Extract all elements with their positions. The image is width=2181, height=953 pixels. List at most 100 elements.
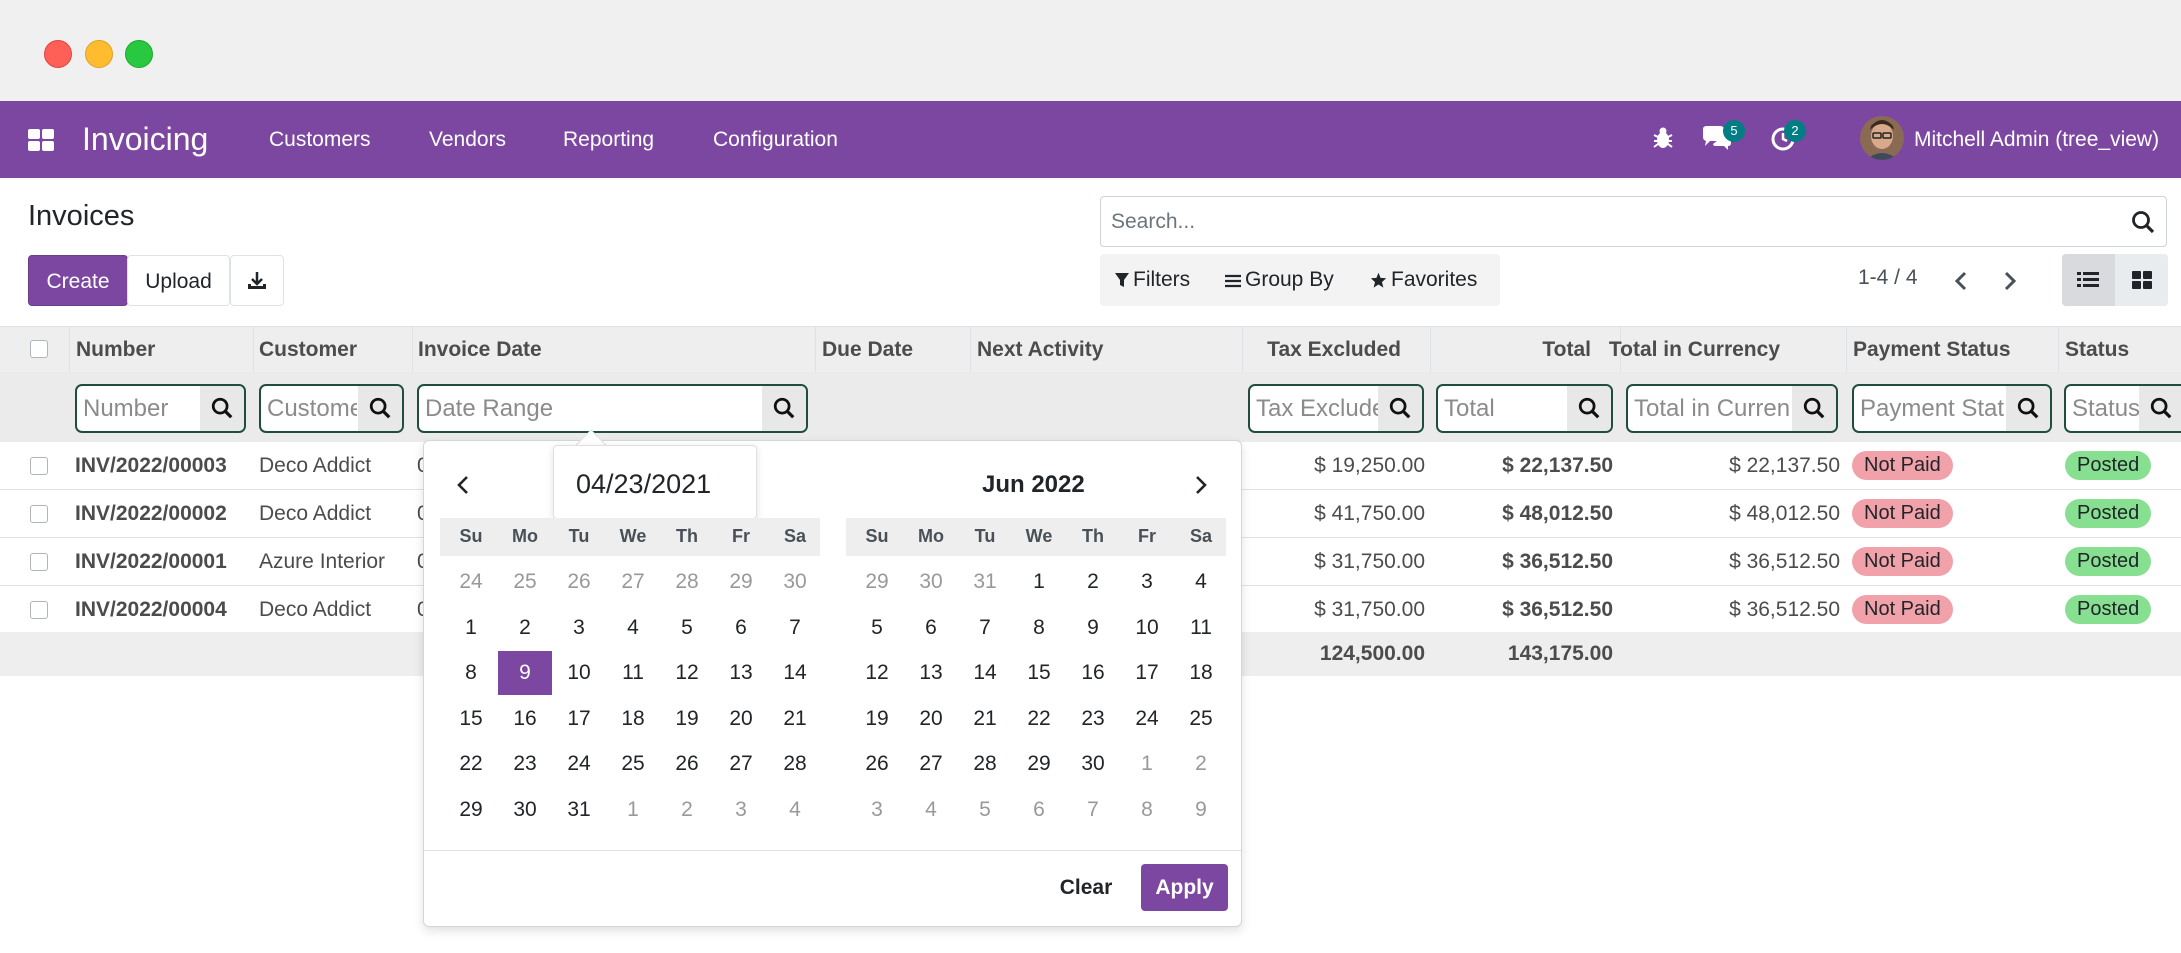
right-calendar-day[interactable]: 3 (850, 788, 904, 832)
right-calendar-day[interactable]: 27 (904, 742, 958, 786)
number-filter-input[interactable] (83, 396, 198, 422)
right-calendar-day[interactable]: 13 (904, 651, 958, 695)
left-calendar-day[interactable]: 1 (606, 788, 660, 832)
col-customer[interactable]: Customer (259, 338, 357, 362)
apps-menu-icon[interactable] (28, 129, 54, 151)
right-calendar-day[interactable]: 12 (850, 651, 904, 695)
total-filter-search[interactable] (1567, 386, 1611, 431)
right-calendar-day[interactable]: 23 (1066, 697, 1120, 741)
col-invoice-date[interactable]: Invoice Date (418, 338, 542, 362)
right-calendar-day[interactable]: 21 (958, 697, 1012, 741)
right-calendar-day[interactable]: 29 (1012, 742, 1066, 786)
right-calendar-day[interactable]: 28 (958, 742, 1012, 786)
right-calendar-day[interactable]: 24 (1120, 697, 1174, 741)
app-title[interactable]: Invoicing (82, 121, 208, 158)
left-calendar-day[interactable]: 30 (498, 788, 552, 832)
right-calendar-day[interactable]: 18 (1174, 651, 1228, 695)
right-calendar-day[interactable]: 25 (1174, 697, 1228, 741)
payment-status-filter-search[interactable] (2006, 386, 2050, 431)
right-calendar-day[interactable]: 9 (1174, 788, 1228, 832)
left-calendar-day[interactable]: 28 (660, 560, 714, 604)
upload-button[interactable]: Upload (127, 255, 230, 306)
right-calendar-day[interactable]: 30 (904, 560, 958, 604)
status-filter-search[interactable] (2139, 386, 2181, 431)
right-calendar-day[interactable]: 26 (850, 742, 904, 786)
pager-previous-icon[interactable] (1951, 270, 1973, 292)
right-calendar-day[interactable]: 30 (1066, 742, 1120, 786)
right-calendar-day[interactable]: 17 (1120, 651, 1174, 695)
customer-filter-input[interactable] (267, 396, 357, 422)
apply-button[interactable]: Apply (1141, 864, 1228, 911)
col-next-activity[interactable]: Next Activity (977, 338, 1103, 362)
row-checkbox[interactable] (30, 505, 48, 523)
right-calendar-day[interactable]: 8 (1120, 788, 1174, 832)
download-button[interactable] (230, 255, 284, 306)
right-calendar-day[interactable]: 5 (850, 606, 904, 650)
right-calendar-day[interactable]: 7 (958, 606, 1012, 650)
total-currency-filter-input[interactable] (1634, 396, 1789, 422)
right-calendar-day[interactable]: 31 (958, 560, 1012, 604)
list-view-button[interactable] (2062, 254, 2115, 306)
left-calendar-day[interactable]: 7 (768, 606, 822, 650)
payment-status-filter-input[interactable] (1860, 396, 2005, 422)
right-calendar-day[interactable]: 16 (1066, 651, 1120, 695)
col-total[interactable]: Total (1542, 338, 1591, 362)
col-tax-excluded[interactable]: Tax Excluded (1267, 338, 1401, 362)
right-calendar-day[interactable]: 14 (958, 651, 1012, 695)
tax-excluded-filter-search[interactable] (1378, 386, 1422, 431)
left-calendar-day[interactable]: 24 (552, 742, 606, 786)
left-calendar-day[interactable]: 22 (444, 742, 498, 786)
left-calendar-day[interactable]: 19 (660, 697, 714, 741)
right-calendar-day[interactable]: 10 (1120, 606, 1174, 650)
right-calendar-day[interactable]: 7 (1066, 788, 1120, 832)
menu-reporting[interactable]: Reporting (563, 128, 654, 152)
right-calendar-day[interactable]: 19 (850, 697, 904, 741)
left-calendar-day[interactable]: 29 (444, 788, 498, 832)
right-calendar-day[interactable]: 1 (1120, 742, 1174, 786)
total-filter-input[interactable] (1444, 396, 1566, 422)
search-icon[interactable] (2130, 209, 2156, 235)
right-calendar-day[interactable]: 22 (1012, 697, 1066, 741)
right-calendar-day[interactable]: 4 (904, 788, 958, 832)
left-calendar-day[interactable]: 31 (552, 788, 606, 832)
invoice-date-filter-input[interactable] (425, 396, 755, 422)
left-calendar-day[interactable]: 30 (768, 560, 822, 604)
right-calendar-day[interactable]: 8 (1012, 606, 1066, 650)
status-filter-input[interactable] (2072, 396, 2142, 422)
col-total-in-currency[interactable]: Total in Currency (1609, 338, 1780, 362)
left-calendar-day[interactable]: 15 (444, 697, 498, 741)
right-calendar-day[interactable]: 2 (1174, 742, 1228, 786)
total-currency-filter-search[interactable] (1792, 386, 1836, 431)
calendar-prev-icon[interactable] (452, 473, 476, 497)
close-window-button[interactable] (44, 40, 72, 68)
left-calendar-day[interactable]: 29 (714, 560, 768, 604)
filters-toggle[interactable]: Filters (1115, 268, 1190, 292)
left-calendar-day[interactable]: 25 (606, 742, 660, 786)
invoice-date-filter-search[interactable] (762, 386, 806, 431)
right-calendar-day[interactable]: 3 (1120, 560, 1174, 604)
col-payment-status[interactable]: Payment Status (1853, 338, 2011, 362)
left-calendar-day[interactable]: 6 (714, 606, 768, 650)
pager-next-icon[interactable] (1998, 270, 2020, 292)
left-calendar-day[interactable]: 23 (498, 742, 552, 786)
menu-vendors[interactable]: Vendors (429, 128, 506, 152)
calendar-next-icon[interactable] (1188, 473, 1212, 497)
col-due-date[interactable]: Due Date (822, 338, 913, 362)
menu-configuration[interactable]: Configuration (713, 128, 838, 152)
left-calendar-day[interactable]: 3 (714, 788, 768, 832)
maximize-window-button[interactable] (125, 40, 153, 68)
right-calendar-day[interactable]: 6 (904, 606, 958, 650)
col-number[interactable]: Number (76, 338, 155, 362)
col-status[interactable]: Status (2065, 338, 2129, 362)
left-calendar-day[interactable]: 3 (552, 606, 606, 650)
left-calendar-day[interactable]: 14 (768, 651, 822, 695)
left-calendar-day[interactable]: 17 (552, 697, 606, 741)
left-calendar-day[interactable]: 5 (660, 606, 714, 650)
user-menu[interactable]: Mitchell Admin (tree_view) (1914, 128, 2159, 152)
left-calendar-day[interactable]: 28 (768, 742, 822, 786)
left-calendar-day[interactable]: 4 (606, 606, 660, 650)
left-calendar-day[interactable]: 9 (498, 651, 552, 695)
minimize-window-button[interactable] (85, 40, 113, 68)
left-calendar-day[interactable]: 2 (660, 788, 714, 832)
row-checkbox[interactable] (30, 553, 48, 571)
